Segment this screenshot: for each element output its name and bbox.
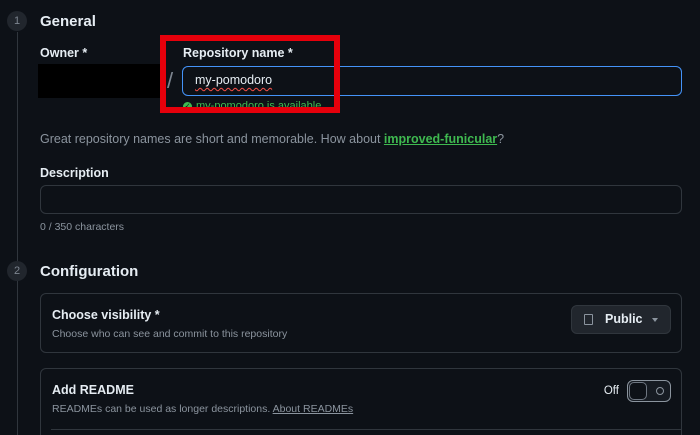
annotation-highlight-box bbox=[160, 35, 340, 113]
card-divider bbox=[51, 429, 681, 430]
repo-icon bbox=[584, 314, 593, 325]
visibility-subtitle: Choose who can see and commit to this re… bbox=[52, 328, 288, 340]
owner-label: Owner * bbox=[40, 46, 88, 60]
toggle-knob bbox=[629, 382, 647, 400]
description-input[interactable] bbox=[40, 185, 682, 214]
readme-card: Add README READMEs can be used as longer… bbox=[40, 368, 682, 435]
about-readmes-link[interactable]: About READMEs bbox=[273, 403, 354, 415]
visibility-dropdown-button[interactable]: Public bbox=[571, 305, 671, 334]
section-title-general: General bbox=[40, 13, 96, 30]
step-rail bbox=[17, 32, 18, 435]
description-label: Description bbox=[40, 166, 109, 180]
visibility-card: Choose visibility * Choose who can see a… bbox=[40, 293, 682, 353]
step-2-badge: 2 bbox=[7, 261, 27, 281]
caret-down-icon bbox=[652, 318, 658, 322]
readme-toggle-state: Off bbox=[603, 385, 619, 397]
name-suggestion-hint: Great repository names are short and mem… bbox=[40, 132, 504, 146]
readme-toggle-switch[interactable] bbox=[627, 380, 671, 402]
hint-suffix: ? bbox=[497, 132, 505, 146]
hint-prefix: Great repository names are short and mem… bbox=[40, 132, 384, 146]
readme-title: Add README bbox=[52, 383, 134, 397]
step-1-badge: 1 bbox=[7, 11, 27, 31]
readme-description: READMEs can be used as longer descriptio… bbox=[52, 403, 273, 415]
description-char-counter: 0 / 350 characters bbox=[40, 221, 125, 233]
create-repo-form: 1 General Owner * / Repository name * my… bbox=[0, 0, 700, 435]
owner-select-redacted[interactable] bbox=[38, 64, 162, 98]
readme-subtitle: READMEs can be used as longer descriptio… bbox=[52, 403, 353, 415]
section-title-configuration: Configuration bbox=[40, 263, 139, 280]
off-circle-icon bbox=[656, 387, 664, 395]
visibility-title: Choose visibility * bbox=[52, 308, 160, 322]
suggested-name-link[interactable]: improved-funicular bbox=[384, 132, 497, 146]
visibility-selected: Public bbox=[605, 312, 643, 326]
